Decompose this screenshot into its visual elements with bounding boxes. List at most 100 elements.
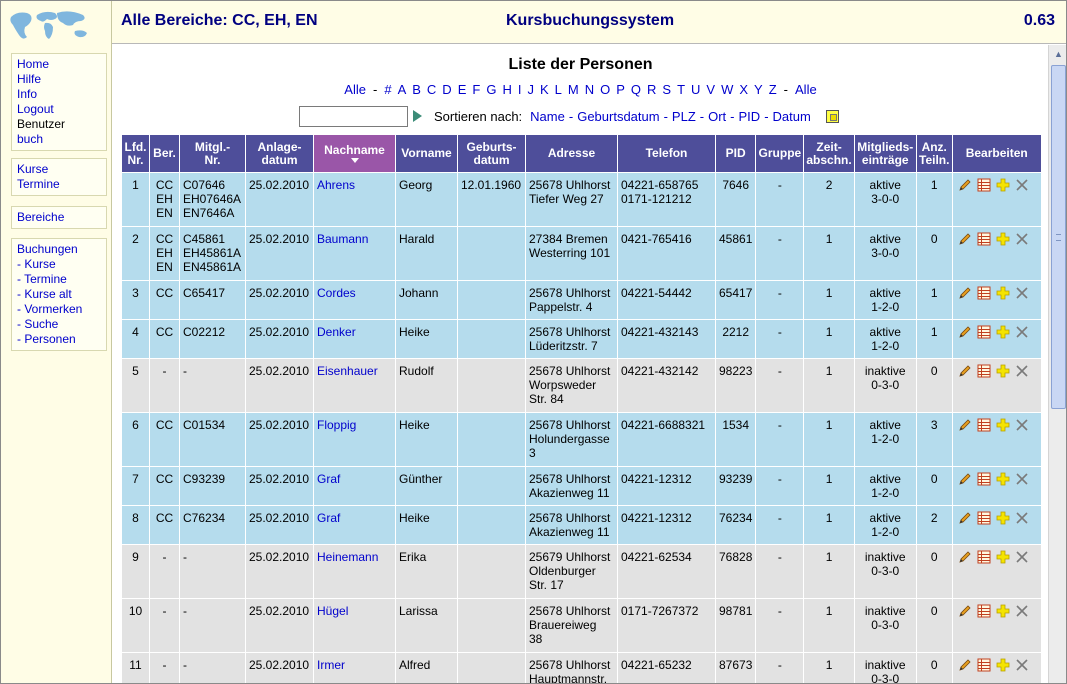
delete-x-icon[interactable] (1015, 178, 1029, 192)
alpha-link-c[interactable]: C (427, 82, 436, 97)
alpha-link-d[interactable]: D (442, 82, 451, 97)
vertical-scrollbar[interactable]: ▲ (1048, 45, 1066, 683)
edit-pencil-icon[interactable] (958, 325, 972, 339)
menu-item-personen[interactable]: - Personen (17, 332, 106, 347)
person-lastname-link[interactable]: Eisenhauer (317, 364, 378, 378)
person-lastname-link[interactable]: Ahrens (317, 178, 355, 192)
column-header-geburts-datum[interactable]: Geburts-datum (457, 134, 526, 173)
alpha-link-f[interactable]: F (472, 82, 480, 97)
alpha-link-l[interactable]: L (555, 82, 562, 97)
alpha-link-y[interactable]: Y (754, 82, 763, 97)
menu-item-termine[interactable]: Termine (17, 177, 106, 192)
person-lastname-link[interactable]: Floppig (317, 418, 356, 432)
delete-x-icon[interactable] (1015, 511, 1029, 525)
delete-x-icon[interactable] (1015, 325, 1029, 339)
delete-x-icon[interactable] (1015, 658, 1029, 672)
person-lastname-link[interactable]: Denker (317, 325, 356, 339)
sort-option-plz[interactable]: PLZ (672, 109, 696, 124)
add-plus-icon[interactable] (996, 325, 1010, 339)
scroll-up-icon[interactable]: ▲ (1052, 48, 1065, 61)
edit-pencil-icon[interactable] (958, 286, 972, 300)
menu-item-bereiche[interactable]: Bereiche (17, 210, 106, 225)
list-icon[interactable] (977, 472, 991, 486)
list-icon[interactable] (977, 550, 991, 564)
menu-item-buchungen[interactable]: Buchungen (17, 242, 106, 257)
alpha-link-p[interactable]: P (616, 82, 625, 97)
delete-x-icon[interactable] (1015, 364, 1029, 378)
scrollbar-thumb[interactable] (1051, 65, 1066, 409)
list-icon[interactable] (977, 658, 991, 672)
person-lastname-link[interactable]: Hügel (317, 604, 348, 618)
column-header-nachname[interactable]: Nachname (313, 134, 396, 173)
delete-x-icon[interactable] (1015, 550, 1029, 564)
column-header-zeit-abschn[interactable]: Zeit-abschn. (803, 134, 855, 173)
add-plus-icon[interactable] (996, 604, 1010, 618)
menu-item-kurse[interactable]: Kurse (17, 162, 106, 177)
alpha-link-m[interactable]: M (568, 82, 579, 97)
delete-x-icon[interactable] (1015, 472, 1029, 486)
delete-x-icon[interactable] (1015, 286, 1029, 300)
alpha-link-a[interactable]: A (398, 82, 407, 97)
delete-x-icon[interactable] (1015, 232, 1029, 246)
column-header-mitgl-nr[interactable]: Mitgl.- Nr. (179, 134, 246, 173)
alpha-link-q[interactable]: Q (631, 82, 641, 97)
add-plus-icon[interactable] (996, 511, 1010, 525)
menu-item-termine[interactable]: - Termine (17, 272, 106, 287)
alpha-link-r[interactable]: R (647, 82, 656, 97)
sort-option-ort[interactable]: Ort (708, 109, 726, 124)
person-lastname-link[interactable]: Graf (317, 472, 340, 486)
alpha-link-i[interactable]: I (518, 82, 522, 97)
add-plus-icon[interactable] (996, 286, 1010, 300)
add-plus-icon[interactable] (996, 550, 1010, 564)
edit-pencil-icon[interactable] (958, 511, 972, 525)
column-header-mitglieds-einträge[interactable]: Mitglieds-einträge (853, 134, 917, 173)
sort-option-geburtsdatum[interactable]: Geburtsdatum (577, 109, 659, 124)
delete-x-icon[interactable] (1015, 418, 1029, 432)
alpha-link-w[interactable]: W (721, 82, 733, 97)
person-lastname-link[interactable]: Irmer (317, 658, 345, 672)
person-lastname-link[interactable]: Heinemann (317, 550, 378, 564)
list-icon[interactable] (977, 232, 991, 246)
edit-pencil-icon[interactable] (958, 178, 972, 192)
alpha-link-h[interactable]: H (502, 82, 511, 97)
column-header-vorname[interactable]: Vorname (395, 134, 458, 173)
alpha-link-b[interactable]: B (412, 82, 421, 97)
alpha-link-n[interactable]: N (585, 82, 594, 97)
list-icon[interactable] (977, 286, 991, 300)
sort-options-icon[interactable] (825, 109, 839, 123)
search-go-icon[interactable] (413, 110, 422, 122)
menu-item-home[interactable]: Home (17, 57, 106, 72)
add-plus-icon[interactable] (996, 418, 1010, 432)
person-lastname-link[interactable]: Baumann (317, 232, 368, 246)
menu-item-vormerken[interactable]: - Vormerken (17, 302, 106, 317)
column-header-telefon[interactable]: Telefon (617, 134, 716, 173)
alpha-link-all-end[interactable]: Alle (795, 82, 817, 97)
sort-option-datum[interactable]: Datum (773, 109, 811, 124)
column-header-ber[interactable]: Ber. (149, 134, 180, 173)
menu-item-buch[interactable]: buch (17, 132, 106, 147)
alpha-link-u[interactable]: U (691, 82, 700, 97)
alpha-link-x[interactable]: X (739, 82, 748, 97)
edit-pencil-icon[interactable] (958, 364, 972, 378)
edit-pencil-icon[interactable] (958, 550, 972, 564)
person-lastname-link[interactable]: Graf (317, 511, 340, 525)
column-header-adresse[interactable]: Adresse (525, 134, 618, 173)
column-header-lfd-nr[interactable]: Lfd. Nr. (121, 134, 150, 173)
list-icon[interactable] (977, 511, 991, 525)
alpha-link-o[interactable]: O (600, 82, 610, 97)
add-plus-icon[interactable] (996, 178, 1010, 192)
edit-pencil-icon[interactable] (958, 232, 972, 246)
alpha-link-all[interactable]: Alle (344, 82, 366, 97)
world-map-icon[interactable] (7, 7, 91, 45)
alpha-link-k[interactable]: K (540, 82, 549, 97)
column-header-anlage-datum[interactable]: Anlage-datum (245, 134, 314, 173)
alpha-link-hash[interactable]: # (384, 82, 391, 97)
menu-item-kurse[interactable]: - Kurse (17, 257, 106, 272)
alpha-link-e[interactable]: E (458, 82, 467, 97)
add-plus-icon[interactable] (996, 364, 1010, 378)
alpha-link-g[interactable]: G (486, 82, 496, 97)
edit-pencil-icon[interactable] (958, 604, 972, 618)
list-icon[interactable] (977, 418, 991, 432)
alpha-link-z[interactable]: Z (769, 82, 777, 97)
edit-pencil-icon[interactable] (958, 418, 972, 432)
